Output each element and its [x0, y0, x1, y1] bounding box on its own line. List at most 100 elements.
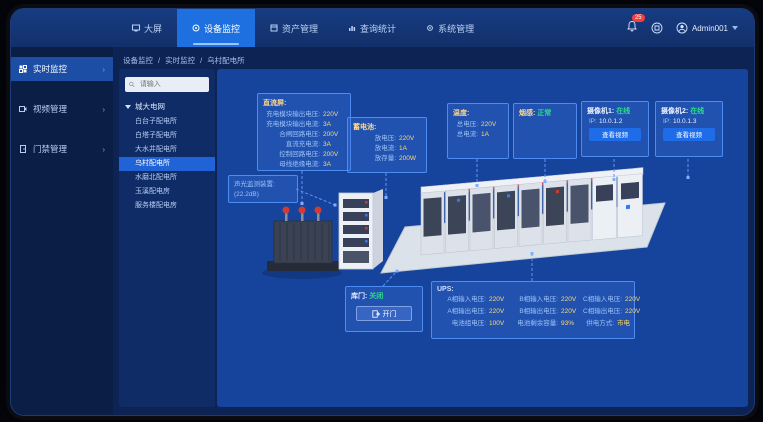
- data-row: 放存量: 200W: [353, 154, 421, 164]
- ups-grid: A相输入电压: 220V B相输入电压: 220V C相输入电压: 220V: [437, 295, 629, 329]
- row-value: 200V: [323, 130, 345, 140]
- notifications-button[interactable]: 25: [626, 19, 638, 37]
- door-icon: [19, 145, 27, 153]
- smoke-sensor-panel: 烟感: 正常: [513, 103, 577, 159]
- nav-item-assets[interactable]: 资产管理: [255, 9, 333, 47]
- tree-node[interactable]: 白台子配电所: [119, 115, 215, 129]
- panel-title: UPS:: [437, 286, 629, 293]
- nav-item-system[interactable]: 系统管理: [411, 9, 489, 47]
- panel-title: 温度:: [453, 108, 503, 118]
- search-icon: [129, 81, 135, 88]
- username: Admin001: [692, 24, 728, 33]
- tree-node[interactable]: 大水井配电所: [119, 143, 215, 157]
- row-label: 合闸回路电压:: [263, 130, 320, 140]
- camera1-status: 在线: [616, 108, 630, 115]
- top-nav: 大屏 设备监控 资产管理 查询统计 系统管理: [117, 9, 489, 47]
- data-row: 总电流: 1A: [453, 130, 503, 140]
- nav-item-statistics[interactable]: 查询统计: [333, 9, 411, 47]
- tree-search[interactable]: [125, 77, 209, 92]
- nav-item-device-monitor[interactable]: 设备监控: [177, 9, 255, 47]
- tree-node[interactable]: 白塔子配电所: [119, 129, 215, 143]
- chevron-right-icon: ›: [102, 145, 105, 154]
- row-label: 母线绝缘电流:: [263, 160, 320, 170]
- row-value: 1A: [481, 130, 503, 140]
- ip-label: IP:: [589, 118, 597, 125]
- ip-value: 10.0.1.3: [673, 118, 697, 125]
- door-panel: 库门: 关闭 开门: [345, 286, 423, 332]
- camera1-ip: IP:10.0.1.2: [589, 118, 643, 125]
- ip-label: IP:: [663, 118, 671, 125]
- row-value: 220V: [323, 110, 345, 120]
- row-label: C相输入电压:: [583, 295, 622, 305]
- tree-node[interactable]: 服务楼配电房: [119, 199, 215, 213]
- breadcrumb-part[interactable]: 实时监控: [165, 55, 195, 66]
- door-status: 关闭: [369, 293, 383, 300]
- nav-item-label: 系统管理: [438, 22, 474, 35]
- sidebar-item-video-manage[interactable]: 视频管理 ›: [11, 97, 113, 121]
- sidebar-item-access-manage[interactable]: 门禁管理 ›: [11, 137, 113, 161]
- panel-title: 烟感: 正常: [519, 108, 571, 118]
- panel-title: 摄像机1: 在线: [587, 106, 643, 116]
- panel-title: 摄像机2: 在线: [661, 106, 717, 116]
- row-value: 93%: [561, 319, 583, 329]
- device-tree-panel: 城大电网 白台子配电所 白塔子配电所 大水井配电所 乌村配电所 水磨北配电所 玉…: [119, 69, 215, 407]
- ups-panel: UPS: A相输入电压: 220V B相输入电压: 220V C相输入电压:: [431, 281, 635, 339]
- sidebar-item-realtime-monitor[interactable]: 实时监控 ›: [11, 57, 113, 81]
- data-row: 控制回路电压: 200V: [263, 150, 345, 160]
- row-label: 充电模块输出电压:: [263, 110, 320, 120]
- row-value: 220V: [399, 134, 421, 144]
- topbar-actions: 25 Admin001: [626, 19, 738, 37]
- avatar-icon: [676, 22, 688, 34]
- row-label: B相输出电压:: [511, 307, 558, 317]
- camera2-status: 在线: [690, 108, 704, 115]
- top-nav-bar: 大屏 设备监控 资产管理 查询统计 系统管理 25: [11, 9, 754, 47]
- nav-item-label: 查询统计: [360, 22, 396, 35]
- tree-node[interactable]: 水磨北配电所: [119, 171, 215, 185]
- row-label: 供电方式:: [583, 319, 614, 329]
- nav-item-label: 大屏: [144, 22, 162, 35]
- row-value: 200V: [323, 150, 345, 160]
- nav-item-dashboard[interactable]: 大屏: [117, 9, 177, 47]
- gear-icon: [426, 24, 434, 32]
- row-value: 市电: [617, 319, 639, 329]
- fullscreen-icon[interactable]: [651, 22, 663, 34]
- search-input[interactable]: [138, 80, 205, 89]
- view-video-button[interactable]: 查看视频: [663, 128, 715, 141]
- box-icon: [270, 24, 278, 32]
- data-row: 总电压: 220V: [453, 120, 503, 130]
- breadcrumb-separator: /: [200, 56, 202, 65]
- row-label: 充电模块输出电流:: [263, 120, 320, 130]
- chart-icon: [348, 24, 356, 32]
- chevron-right-icon: ›: [102, 65, 105, 74]
- data-row: C相输入电压: 220V: [583, 295, 639, 305]
- open-door-button[interactable]: 开门: [356, 306, 412, 321]
- user-menu[interactable]: Admin001: [676, 22, 738, 34]
- tree-node[interactable]: 玉溪配电房: [119, 185, 215, 199]
- screen-icon: [132, 24, 140, 32]
- mains-panel: 温度: 总电压: 220V 总电流: 1A: [447, 103, 509, 159]
- row-label: 电池组电压:: [437, 319, 486, 329]
- smoke-status: 正常: [537, 110, 551, 117]
- breadcrumb-part[interactable]: 乌村配电所: [207, 55, 245, 66]
- dc-rows: 充电模块输出电压: 220V 充电模块输出电流: 3A 合闸回路电压: 200V: [263, 110, 345, 170]
- row-value: 220V: [489, 307, 511, 317]
- row-value: 220V: [489, 295, 511, 305]
- transformer: [262, 207, 342, 280]
- row-label: 放存量:: [353, 154, 396, 164]
- row-value: 220V: [625, 295, 647, 305]
- breadcrumb-part[interactable]: 设备监控: [123, 55, 153, 66]
- row-value: 220V: [481, 120, 503, 130]
- view-video-button[interactable]: 查看视频: [589, 128, 641, 141]
- breadcrumb: 设备监控 / 实时监控 / 乌村配电所: [123, 53, 245, 67]
- row-label: C相输出电压:: [583, 307, 622, 317]
- chevron-right-icon: ›: [102, 105, 105, 114]
- data-row: 母线绝缘电流: 3A: [263, 160, 345, 170]
- row-label: 放电流:: [353, 144, 396, 154]
- data-row: 电池组电压: 100V: [437, 319, 511, 329]
- battery-panel: 蓄电池: 放电压: 220V 放电流: 1A 放存量: 200W: [347, 117, 427, 173]
- tree-root-node[interactable]: 城大电网: [119, 98, 215, 115]
- data-row: B相输入电压: 220V: [511, 295, 583, 305]
- tree-node[interactable]: 乌村配电所: [119, 157, 215, 171]
- realtime-monitor-icon: [19, 65, 27, 73]
- sound-monitor-label: 声光监测装置:: [234, 180, 292, 190]
